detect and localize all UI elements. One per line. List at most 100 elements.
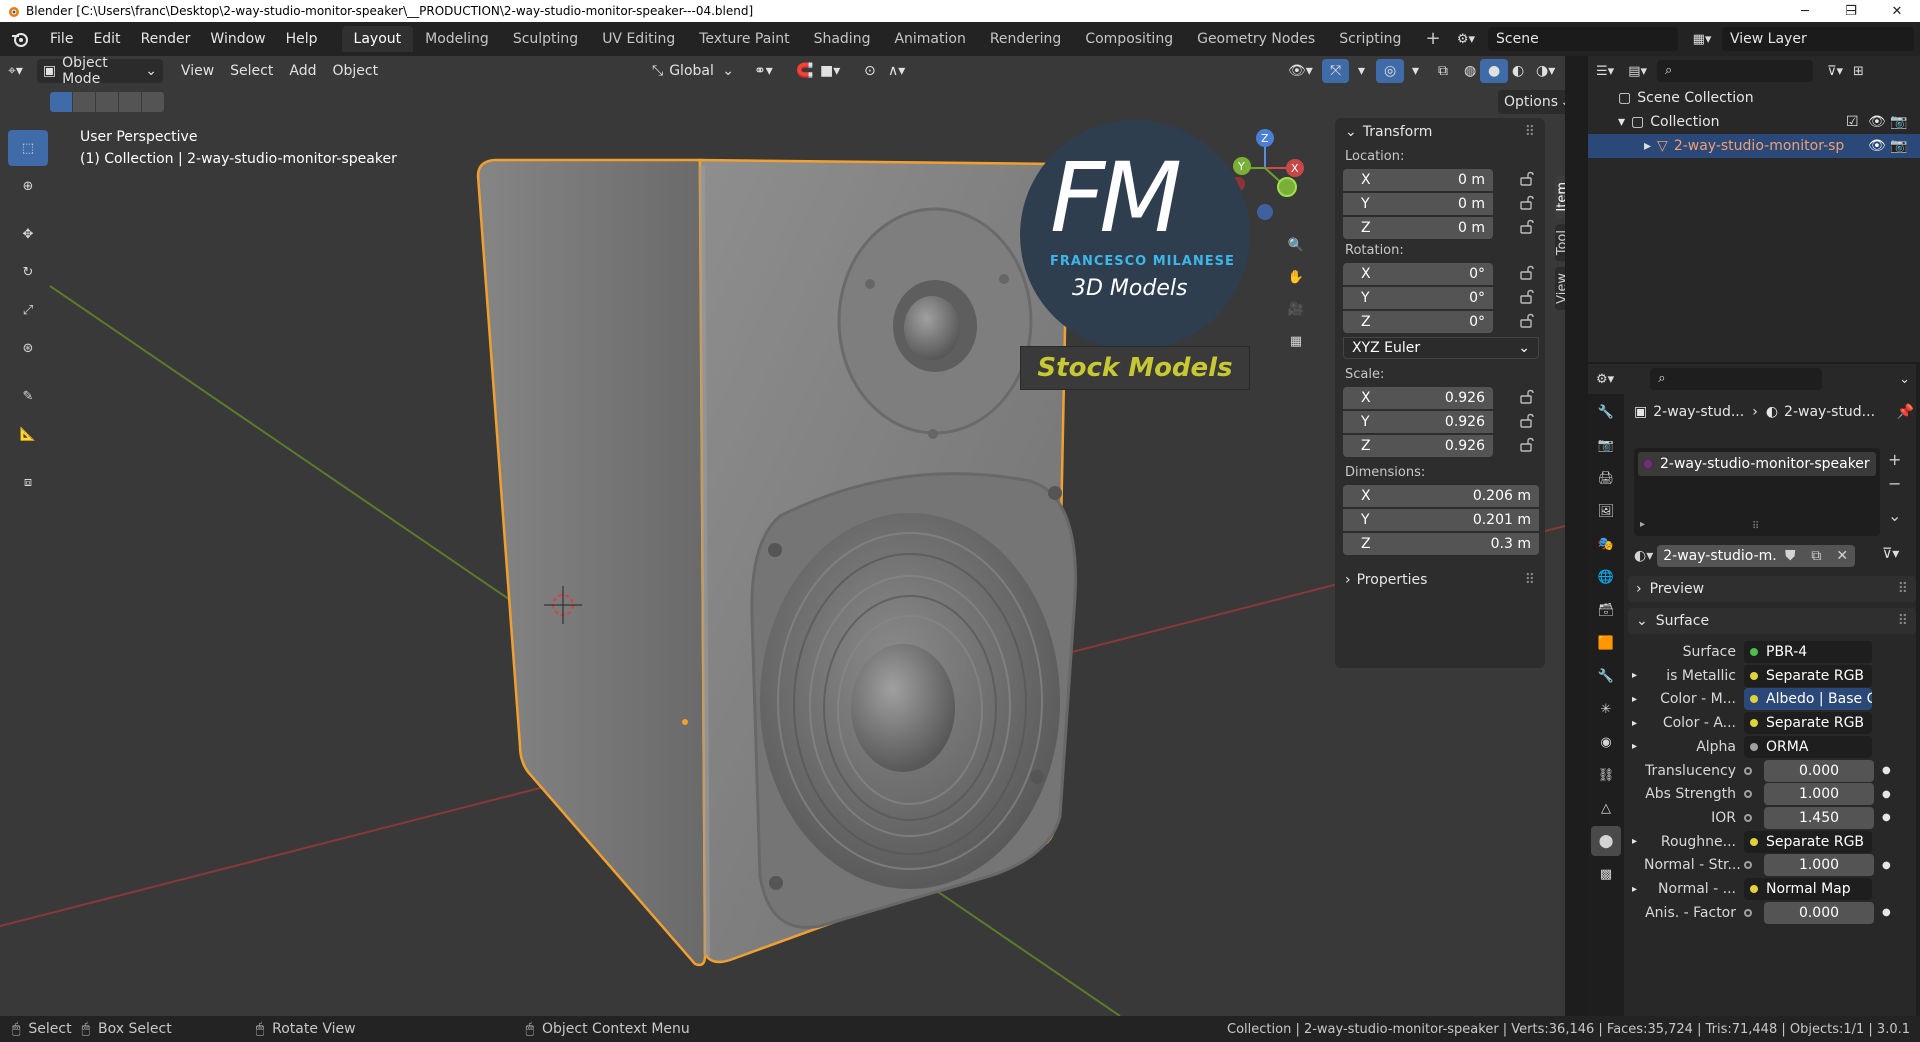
tab-compositing[interactable]: Compositing	[1073, 26, 1185, 52]
surface-input-value[interactable]: 1.450	[1764, 806, 1874, 829]
unlink-icon[interactable]: ✕	[1829, 545, 1856, 567]
scale-tool-icon[interactable]: ⤢	[8, 292, 48, 328]
dimensions-x-field[interactable]: X 0.206 m	[1343, 485, 1539, 507]
chevron-right-icon[interactable]: ▸	[1632, 694, 1644, 705]
drag-handle-icon[interactable]: ⠿	[1898, 581, 1908, 597]
slot-menu-icon[interactable]: ⌄	[1888, 504, 1901, 528]
rotate-tool-icon[interactable]: ↻	[8, 254, 48, 290]
lock-icon[interactable]	[1519, 389, 1535, 405]
tab-tool[interactable]: Tool	[1555, 223, 1565, 261]
tool-tab-icon[interactable]: 🔧	[1591, 397, 1621, 427]
scrollbar[interactable]	[1916, 364, 1920, 1016]
rotation-y-field[interactable]: Y 0°	[1343, 287, 1493, 309]
chevron-right-icon[interactable]: ▸	[1644, 138, 1651, 154]
scale-x-field[interactable]: X 0.926	[1343, 387, 1493, 409]
view-layer-selector-icon[interactable]: ▦▾	[1684, 27, 1720, 51]
tab-uv-editing[interactable]: UV Editing	[590, 26, 687, 52]
eye-icon[interactable]: 👁	[1868, 114, 1886, 130]
add-cube-tool-icon[interactable]: ⧈	[8, 464, 48, 500]
surface-input-link[interactable]: PBR-4	[1744, 641, 1872, 663]
blender-menu-icon[interactable]	[0, 22, 40, 56]
location-x-field[interactable]: X 0 m	[1343, 169, 1493, 191]
tab-rendering[interactable]: Rendering	[978, 26, 1074, 52]
surface-input-link[interactable]: Albedo | Base C...	[1744, 688, 1872, 711]
physics-tab-icon[interactable]: ◉	[1591, 727, 1621, 757]
surface-input-value[interactable]: 1.000	[1764, 854, 1874, 877]
overlay-options-icon[interactable]: ▾	[1404, 59, 1427, 83]
select-subtract-icon[interactable]	[96, 92, 118, 112]
minimize-button[interactable]: ─	[1782, 0, 1828, 22]
tab-layout[interactable]: Layout	[341, 26, 414, 52]
constraints-tab-icon[interactable]: ⛓	[1591, 760, 1621, 790]
chevron-down-icon[interactable]: ⌄	[1899, 372, 1910, 387]
collection-tab-icon[interactable]: 🗃	[1591, 595, 1621, 625]
view-layer-field[interactable]: View Layer	[1722, 27, 1914, 51]
lock-icon[interactable]	[1519, 313, 1535, 329]
scale-y-field[interactable]: Y 0.926	[1343, 411, 1493, 433]
properties-header[interactable]: › Properties ⠿	[1335, 566, 1545, 594]
keyframe-icon[interactable]: ●	[1882, 765, 1891, 776]
remove-slot-icon[interactable]: −	[1888, 472, 1901, 496]
material-tab-icon[interactable]: ⬤	[1591, 826, 1621, 856]
object-tab-icon[interactable]: 🟧	[1591, 628, 1621, 658]
lock-icon[interactable]	[1519, 195, 1535, 211]
scene-field[interactable]: Scene	[1488, 27, 1678, 51]
tab-shading[interactable]: Shading	[802, 26, 883, 52]
eye-icon[interactable]: 👁	[1868, 138, 1886, 154]
filter-icon[interactable]: ⊽▾	[1827, 64, 1843, 79]
camera-icon[interactable]: 📷	[1890, 138, 1907, 154]
modifier-tab-icon[interactable]: 🔧	[1591, 661, 1621, 691]
location-z-field[interactable]: Z 0 m	[1343, 217, 1493, 239]
display-mode-icon[interactable]: ▤▾	[1628, 64, 1647, 79]
tab-modeling[interactable]: Modeling	[413, 26, 501, 52]
scene-tab-icon[interactable]: 🎭	[1591, 529, 1621, 559]
dimensions-z-field[interactable]: Z 0.3 m	[1343, 533, 1539, 555]
keyframe-icon[interactable]: ●	[1882, 789, 1891, 800]
tab-view[interactable]: View	[1555, 266, 1565, 310]
new-collection-icon[interactable]: ⊞	[1853, 64, 1864, 79]
chevron-down-icon[interactable]: ▾	[1618, 114, 1625, 130]
render-tab-icon[interactable]: 📷	[1591, 430, 1621, 460]
material-filter-icon[interactable]: ⊽▾	[1882, 546, 1899, 562]
chevron-right-icon[interactable]: ▸	[1632, 884, 1644, 895]
texture-tab-icon[interactable]: ▩	[1591, 859, 1621, 889]
surface-input-value[interactable]: 1.000	[1764, 783, 1874, 806]
material-slot-item[interactable]: 2-way-studio-monitor-speaker	[1638, 452, 1876, 476]
rotation-z-field[interactable]: Z 0°	[1343, 311, 1493, 333]
measure-tool-icon[interactable]: 📐	[8, 416, 48, 452]
lock-icon[interactable]	[1519, 171, 1535, 187]
preview-header[interactable]: › Preview ⠿	[1628, 576, 1916, 602]
keyframe-icon[interactable]: ●	[1882, 812, 1891, 823]
tab-texture-paint[interactable]: Texture Paint	[687, 26, 801, 52]
overlay-toggle-icon[interactable]: ◎	[1376, 59, 1405, 83]
checkbox-icon[interactable]: ☑	[1846, 114, 1859, 130]
tab-animation[interactable]: Animation	[882, 26, 977, 52]
material-browse-icon[interactable]: ◐▾	[1634, 548, 1653, 564]
menu-window[interactable]: Window	[200, 22, 275, 56]
editor-type-icon[interactable]: ☰▾	[1596, 64, 1614, 79]
world-tab-icon[interactable]: 🌐	[1591, 562, 1621, 592]
socket-icon[interactable]	[1744, 790, 1752, 799]
transform-tool-icon[interactable]: ⊛	[8, 330, 48, 366]
select-invert-icon[interactable]	[119, 92, 141, 112]
surface-header[interactable]: ⌄ Surface ⠿	[1628, 608, 1916, 634]
surface-input-value[interactable]: 0.000	[1764, 901, 1874, 924]
fake-user-icon[interactable]: ⛊	[1777, 545, 1804, 567]
gizmo-options-icon[interactable]: ▾	[1350, 59, 1373, 83]
maximize-button[interactable]: ❐	[1828, 0, 1874, 22]
select-box-tool-icon[interactable]: ⬚	[8, 130, 48, 166]
ortho-grid-icon[interactable]: ▦	[1282, 326, 1310, 356]
socket-icon[interactable]	[1744, 813, 1752, 822]
tab-geometry-nodes[interactable]: Geometry Nodes	[1185, 26, 1327, 52]
chevron-right-icon[interactable]: ▸	[1640, 519, 1645, 530]
move-tool-icon[interactable]: ✥	[8, 216, 48, 252]
add-slot-icon[interactable]: +	[1888, 448, 1901, 472]
output-tab-icon[interactable]: 🖨	[1591, 463, 1621, 493]
location-y-field[interactable]: Y 0 m	[1343, 193, 1493, 215]
chevron-right-icon[interactable]: ▸	[1632, 741, 1644, 752]
material-slot-list[interactable]: 2-way-studio-monitor-speaker ▸ ⠿	[1634, 448, 1880, 536]
rendered-shading-icon[interactable]: ◑▾	[1528, 59, 1563, 83]
menu-view[interactable]: View	[173, 59, 222, 83]
scale-z-field[interactable]: Z 0.926	[1343, 435, 1493, 457]
drag-handle-icon[interactable]: ⠿	[1525, 572, 1535, 588]
